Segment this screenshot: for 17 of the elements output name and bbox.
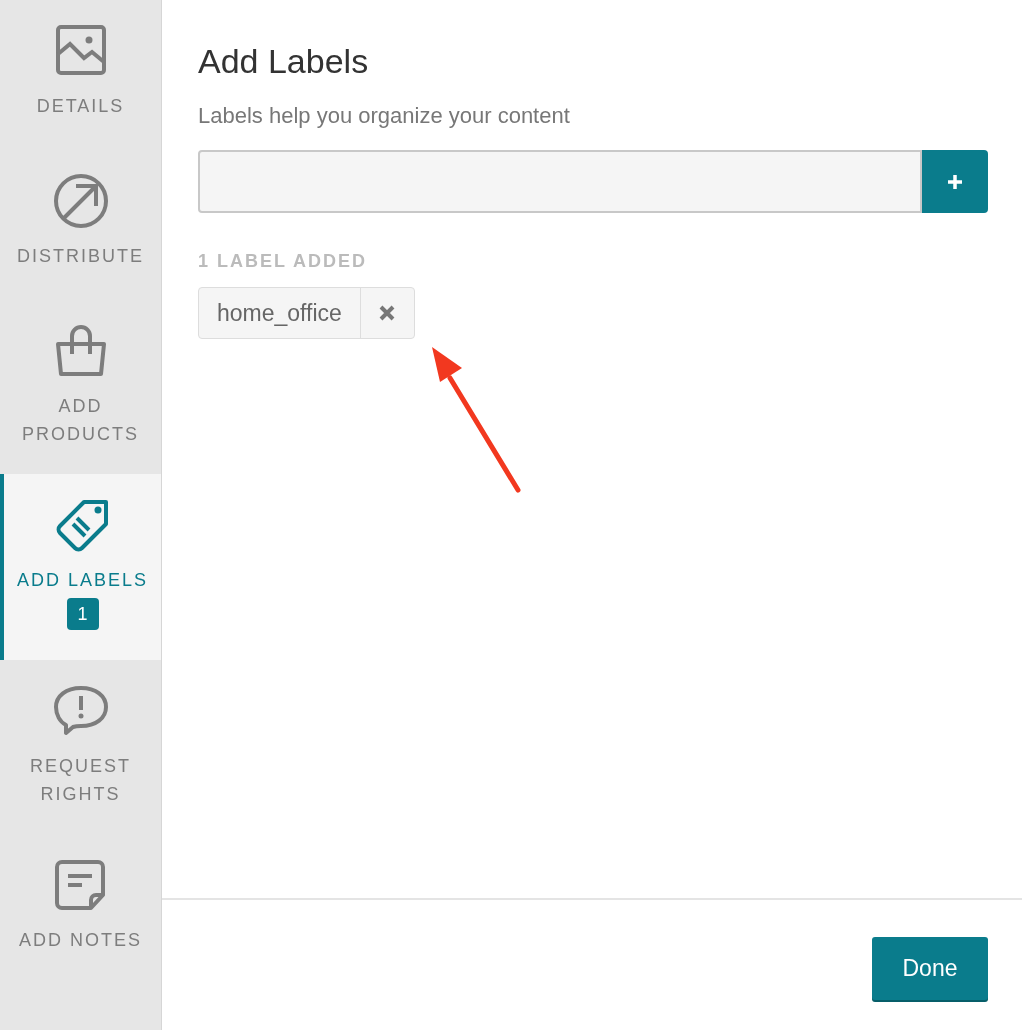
plus-icon [946,172,964,191]
sidebar-tab[interactable]: ADD NOTES [0,834,161,984]
sidebar-tab[interactable]: REQUEST RIGHTS [0,660,161,834]
done-button[interactable]: Done [872,937,988,1000]
sidebar-tab[interactable]: ADD LABELS 1 [0,474,161,660]
label-input-field[interactable] [198,150,922,213]
sidebar-tab[interactable]: ADD PRODUCTS [0,300,161,474]
sidebar-tab[interactable]: DISTRIBUTE [0,150,161,300]
count-badge: 1 [66,598,99,630]
sidebar-tab[interactable]: DETAILS [0,0,161,150]
add-button[interactable] [922,150,988,213]
panel-title: Add Labels [198,41,370,82]
panel-subtitle: Labels help you organize your content [198,102,571,130]
label-text: home_office [199,288,361,338]
close-icon [379,305,396,321]
labels-count-heading: 1 LABEL ADDED [198,250,368,273]
arrow-circle-icon [51,172,110,230]
